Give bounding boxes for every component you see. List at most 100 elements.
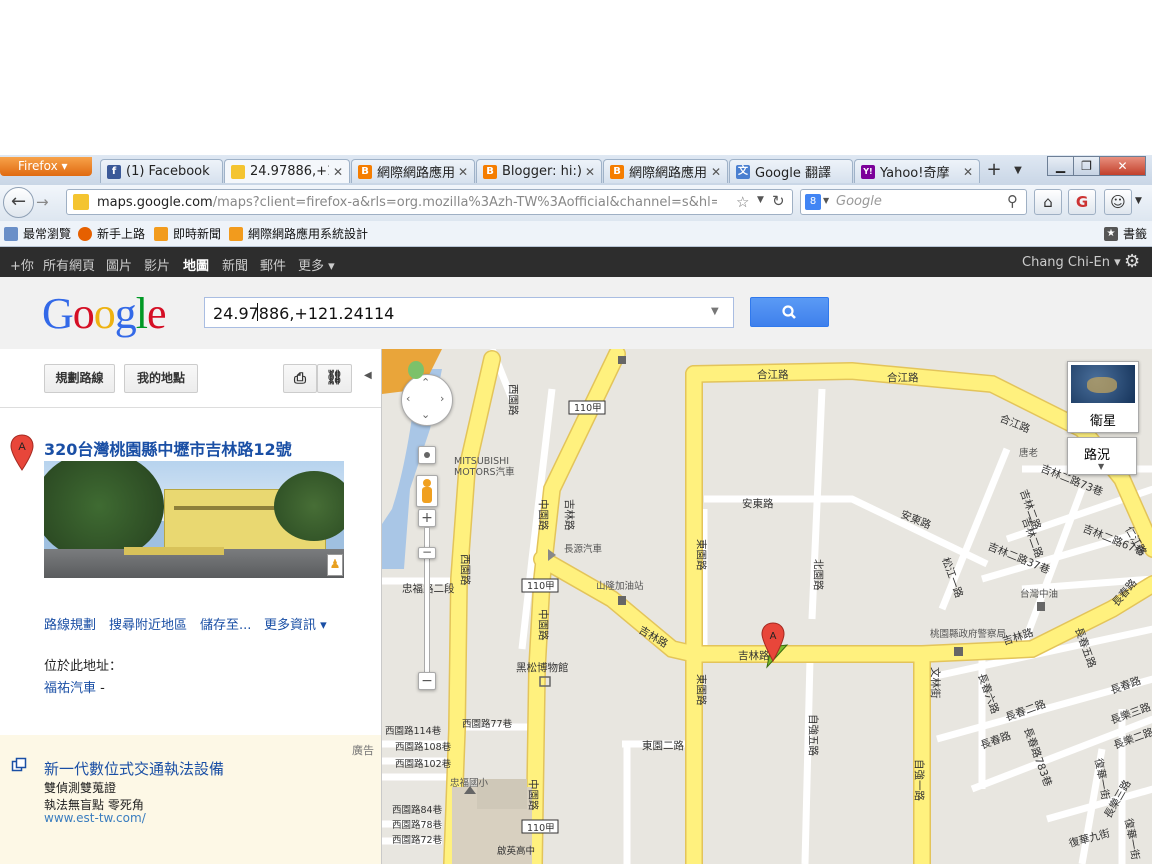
pan-down-icon[interactable]: ⌄ [421, 408, 430, 421]
tab-facebook[interactable]: f (1) Facebook [100, 159, 223, 183]
ad-url[interactable]: www.est-tw.com/ [44, 811, 146, 825]
gmail-checker-icon[interactable]: G [1068, 189, 1096, 215]
link-icon[interactable]: ⛓ [317, 364, 352, 393]
place-address-title[interactable]: 320台灣桃園縣中壢市吉林路12號 [44, 436, 292, 460]
zoom-slider-handle[interactable]: − [418, 546, 436, 559]
close-tab-icon[interactable]: ✕ [585, 165, 595, 179]
forward-button[interactable]: → [36, 193, 54, 213]
gbar-more[interactable]: 更多 ▾ [298, 255, 335, 274]
more-info-link[interactable]: 更多資訊 ▾ [264, 614, 327, 633]
pegman-icon[interactable]: ♟ [327, 554, 343, 576]
pan-left-icon[interactable]: ‹ [406, 392, 410, 405]
maximize-button[interactable]: ❐ [1073, 156, 1100, 176]
settings-gear-icon[interactable]: ⚙ [1124, 251, 1140, 272]
zoom-out-button[interactable]: − [418, 672, 436, 690]
google-search-engine-icon[interactable]: 8 [805, 194, 821, 210]
tab-title: 24.97886,+1... [250, 164, 329, 179]
bookmark-news[interactable]: 即時新聞 [154, 225, 221, 242]
back-button[interactable]: ← [3, 187, 34, 218]
close-tab-icon[interactable]: ✕ [711, 165, 721, 179]
marker-a-icon[interactable]: A [10, 434, 34, 472]
bookmark-system-design[interactable]: 網際網路應用系統設計 [229, 225, 368, 242]
url-history-dropdown-icon[interactable]: ▼ [757, 195, 764, 205]
close-tab-icon[interactable]: ✕ [458, 165, 468, 179]
tab-google-maps[interactable]: 24.97886,+1... ✕ [224, 159, 350, 183]
firefox-icon [78, 226, 92, 241]
zoom-in-button[interactable]: + [418, 509, 436, 527]
svg-text:唐老: 唐老 [1019, 447, 1039, 459]
tab-yahoo[interactable]: Y! Yahoo!奇摩 ✕ [854, 159, 980, 183]
directions-link[interactable]: 路線規劃 [44, 614, 96, 633]
blogger-icon: B [358, 164, 372, 179]
url-bar[interactable]: maps.google.com/maps?client=firefox-a&rl… [66, 189, 793, 215]
gbar-maps[interactable]: 地圖 [183, 255, 209, 274]
bookmarks-menu-button[interactable]: ★ 書籤 [1104, 225, 1147, 242]
locate-button[interactable] [418, 446, 436, 464]
traffic-label: 路況 [1084, 448, 1111, 463]
new-tab-button[interactable]: + [981, 160, 1007, 182]
tab-blogger-2[interactable]: B Blogger: hi:) ... ✕ [476, 159, 602, 183]
addon-face-icon[interactable]: ☺ [1104, 189, 1132, 215]
minimize-button[interactable]: ▁ [1047, 156, 1074, 176]
rss-icon [229, 226, 243, 241]
svg-text:北園路: 北園路 [812, 559, 825, 591]
traffic-dropdown-icon[interactable]: ▼ [1098, 462, 1104, 471]
bookmark-getting-started[interactable]: 新手上路 [78, 225, 145, 242]
gbar-videos[interactable]: 影片 [144, 255, 170, 274]
pan-up-icon[interactable]: ⌃ [421, 376, 430, 389]
my-places-button[interactable]: 我的地點 [124, 364, 198, 393]
directions-button[interactable]: 規劃路線 [44, 364, 115, 393]
gbar-news[interactable]: 新聞 [222, 255, 248, 274]
reload-icon[interactable]: ↻ [772, 192, 785, 210]
firefox-menu-button[interactable]: Firefox ▾ [0, 157, 92, 176]
toolbar-overflow-icon[interactable]: ▼ [1135, 196, 1142, 206]
ad-external-icon[interactable] [11, 757, 27, 773]
street-view-thumbnail[interactable]: ♟ [44, 461, 344, 578]
search-bar[interactable]: 8 ▼ Google ⚲ [800, 189, 1027, 215]
gbar-mail[interactable]: 郵件 [260, 255, 286, 274]
satellite-toggle[interactable]: 衛星 [1067, 361, 1139, 433]
bookmark-most-visited[interactable]: 最常瀏覽 [4, 225, 71, 242]
save-to-link[interactable]: 儲存至... [200, 614, 251, 633]
bookmark-star-icon[interactable]: ☆ [736, 193, 749, 211]
map-canvas[interactable]: 合江路 合江路 合江路 西園路 110甲 吉林路 中園路 安東路 安東路 東園路… [381, 349, 1152, 864]
tab-blogger-3[interactable]: B 網際網路應用... ✕ [603, 159, 728, 183]
close-window-button[interactable]: ✕ [1099, 156, 1146, 176]
tab-list-button[interactable]: ▼ [1008, 160, 1028, 182]
svg-text:西園路: 西園路 [507, 384, 520, 416]
pegman-icon[interactable] [416, 475, 438, 507]
place-link[interactable]: 福祐汽車 [44, 681, 96, 696]
close-tab-icon[interactable]: ✕ [333, 165, 343, 179]
close-tab-icon[interactable]: ✕ [963, 165, 973, 179]
collapse-panel-icon[interactable]: ◀ [364, 370, 372, 381]
url-text[interactable]: maps.google.com/maps?client=firefox-a&rl… [97, 195, 717, 210]
ad-title[interactable]: 新一代數位式交通執法設備 [44, 758, 224, 779]
tab-blogger-1[interactable]: B 網際網路應用... ✕ [351, 159, 475, 183]
search-button[interactable] [750, 297, 829, 327]
search-icon[interactable]: ⚲ [1007, 192, 1018, 210]
gbar-images[interactable]: 圖片 [106, 255, 132, 274]
search-nearby-link[interactable]: 搜尋附近地區 [109, 614, 187, 633]
search-dropdown-icon[interactable]: ▼ [711, 306, 719, 317]
search-engine-dropdown-icon[interactable]: ▼ [823, 196, 829, 205]
pan-control[interactable]: ⌃ ⌄ ‹ › [401, 374, 453, 426]
tab-title: Yahoo!奇摩 [880, 166, 950, 181]
print-icon[interactable]: ⎙ [283, 364, 317, 393]
site-identity-icon[interactable] [73, 194, 89, 210]
gbar-web[interactable]: 所有網頁 [43, 255, 95, 274]
gbar-user-account[interactable]: Chang Chi-En ▾ [1022, 255, 1121, 270]
svg-text:合江路: 合江路 [998, 412, 1033, 436]
translate-icon: 文 [736, 164, 750, 179]
tab-title: 網際網路應用... [377, 166, 454, 181]
maps-search-input[interactable]: 24.97886,+121.24114 ▼ [204, 297, 734, 328]
tab-google-translate[interactable]: 文 Google 翻譯 [729, 159, 853, 183]
located-at-label: 位於此地址： [44, 659, 123, 674]
home-button[interactable]: ⌂ [1034, 189, 1062, 215]
gbar-plus-you[interactable]: +你 [10, 255, 34, 274]
svg-text:文林街: 文林街 [929, 667, 942, 699]
pan-right-icon[interactable]: › [440, 392, 444, 405]
traffic-toggle[interactable]: 路況 ▼ [1067, 437, 1137, 475]
google-logo[interactable]: Google [42, 288, 167, 339]
svg-text:A: A [770, 631, 777, 642]
svg-text:吉林路: 吉林路 [738, 649, 770, 662]
